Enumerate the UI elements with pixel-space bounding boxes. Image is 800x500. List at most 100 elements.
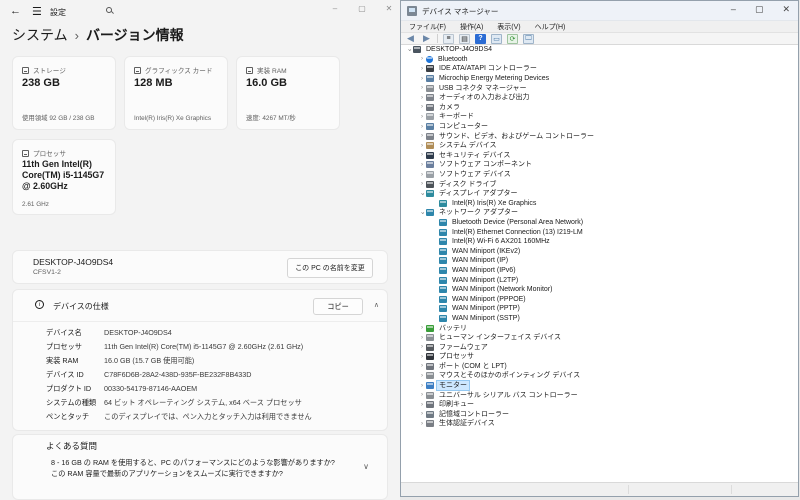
breadcrumb-system[interactable]: システム — [12, 25, 68, 45]
tree-item[interactable]: ›オーディオの入力および出力 — [401, 93, 798, 103]
tree-item[interactable]: ›コンピューター — [401, 122, 798, 132]
minimize-button[interactable]: – — [330, 4, 340, 13]
tree-item[interactable]: WAN Miniport (L2TP) — [401, 275, 798, 285]
expand-icon[interactable]: › — [418, 172, 426, 178]
tree-item[interactable]: ›ファームウェア — [401, 342, 798, 352]
tree-item[interactable]: WAN Miniport (PPPOE) — [401, 294, 798, 304]
expand-icon[interactable]: › — [418, 335, 426, 341]
computer-icon[interactable]: ▭ — [491, 34, 502, 44]
maximize-button[interactable]: ▢ — [357, 4, 367, 13]
close-button[interactable]: ✕ — [782, 4, 790, 15]
menu-item[interactable]: ヘルプ(H) — [535, 22, 566, 32]
spec-label: 実装 RAM — [46, 356, 78, 366]
tree-item[interactable]: ›マウスとそのほかのポインティング デバイス — [401, 371, 798, 381]
menu-item[interactable]: 表示(V) — [497, 22, 520, 32]
tree-item[interactable]: ›ポート (COM と LPT) — [401, 362, 798, 372]
expand-icon[interactable]: › — [418, 66, 426, 72]
expand-icon[interactable]: › — [418, 363, 426, 369]
collapse-icon[interactable]: › — [419, 190, 425, 198]
expand-icon[interactable]: › — [418, 162, 426, 168]
expand-icon[interactable]: › — [418, 56, 426, 62]
tree-item[interactable]: ›カメラ — [401, 103, 798, 113]
tree-item-label: セキュリティ デバイス — [437, 151, 512, 160]
tree-item[interactable]: ›バッテリ — [401, 323, 798, 333]
close-button[interactable]: ✕ — [384, 4, 394, 13]
expand-icon[interactable]: › — [418, 421, 426, 427]
tree-item[interactable]: WAN Miniport (PPTP) — [401, 304, 798, 314]
rename-pc-button[interactable]: この PC の名前を変更 — [287, 258, 373, 278]
expand-icon[interactable]: › — [418, 133, 426, 139]
nav-menu-icon[interactable]: ☰ — [32, 5, 42, 18]
chevron-down-icon[interactable]: ∨ — [363, 462, 369, 471]
forward-icon[interactable]: ▶ — [421, 34, 432, 44]
tree-item[interactable]: ›ディスプレイ アダプター — [401, 189, 798, 199]
tree-item[interactable]: ›ネットワーク アダプター — [401, 208, 798, 218]
expand-icon[interactable]: › — [418, 373, 426, 379]
collapse-icon[interactable]: › — [406, 46, 412, 54]
tree-item[interactable]: ›記憶域コントローラー — [401, 410, 798, 420]
tree-item[interactable]: ›ソフトウェア デバイス — [401, 170, 798, 180]
copy-button[interactable]: コピー — [313, 298, 363, 315]
tree-item[interactable]: ›DESKTOP-J4O9DS4 — [401, 45, 798, 55]
minimize-button[interactable]: – — [731, 4, 736, 15]
back-icon[interactable]: ← — [10, 5, 21, 17]
expand-icon[interactable]: › — [418, 95, 426, 101]
tree-item[interactable]: ›ヒューマン インターフェイス デバイス — [401, 333, 798, 343]
tree-item[interactable]: ›サウンド、ビデオ、およびゲーム コントローラー — [401, 131, 798, 141]
tree-item[interactable]: ›ディスク ドライブ — [401, 179, 798, 189]
help-icon[interactable]: ? — [475, 34, 486, 44]
chevron-up-icon[interactable]: ∧ — [374, 301, 379, 309]
tree-item-label: システム デバイス — [437, 141, 499, 150]
tree-item[interactable]: Intel(R) Iris(R) Xe Graphics — [401, 199, 798, 209]
properties-icon[interactable]: ▤ — [459, 34, 470, 44]
expand-icon[interactable]: › — [418, 143, 426, 149]
expand-icon[interactable]: › — [418, 124, 426, 130]
monitor-icon[interactable]: 🖵 — [523, 34, 534, 44]
expand-icon[interactable]: › — [418, 392, 426, 398]
tree-item[interactable]: Bluetooth Device (Personal Area Network) — [401, 218, 798, 228]
tree-item[interactable]: WAN Miniport (Network Monitor) — [401, 285, 798, 295]
console-tree-icon[interactable]: ≡ — [443, 34, 454, 44]
network-device-icon — [439, 267, 447, 274]
device-manager-titlebar[interactable]: デバイス マネージャー – ▢ ✕ — [401, 1, 798, 21]
tree-item[interactable]: ›モニター — [401, 381, 798, 391]
expand-icon[interactable]: › — [418, 383, 426, 389]
tree-item[interactable]: ›印刷キュー — [401, 400, 798, 410]
back-icon[interactable]: ◀ — [405, 34, 416, 44]
expand-icon[interactable]: › — [418, 344, 426, 350]
tree-item[interactable]: ›キーボード — [401, 112, 798, 122]
tree-item[interactable]: Intel(R) Wi-Fi 6 AX201 160MHz — [401, 237, 798, 247]
expand-icon[interactable]: › — [418, 181, 426, 187]
tree-item[interactable]: › セキュリティ デバイス — [401, 151, 798, 161]
tree-item[interactable]: WAN Miniport (SSTP) — [401, 314, 798, 324]
maximize-button[interactable]: ▢ — [755, 4, 764, 15]
tree-item[interactable]: ›Microchip Energy Metering Devices — [401, 74, 798, 84]
collapse-icon[interactable]: › — [419, 209, 425, 217]
expand-icon[interactable]: › — [418, 104, 426, 110]
tree-item[interactable]: WAN Miniport (IP) — [401, 256, 798, 266]
tree-item[interactable]: ›プロセッサ — [401, 352, 798, 362]
expand-icon[interactable]: › — [418, 325, 426, 331]
expand-icon[interactable]: › — [418, 76, 426, 82]
expand-icon[interactable]: › — [418, 411, 426, 417]
expand-icon[interactable]: › — [418, 114, 426, 120]
tree-item[interactable]: ›IDE ATA/ATAPI コントローラー — [401, 64, 798, 74]
expand-icon[interactable]: › — [418, 85, 426, 91]
menu-item[interactable]: ファイル(F) — [409, 22, 446, 32]
tree-item[interactable]: › システム デバイス — [401, 141, 798, 151]
search-icon[interactable] — [106, 7, 114, 15]
expand-icon[interactable]: › — [418, 152, 426, 158]
expand-icon[interactable]: › — [418, 354, 426, 360]
expand-icon[interactable]: › — [418, 402, 426, 408]
tree-item[interactable]: ›生体認証デバイス — [401, 419, 798, 429]
tree-item[interactable]: ›ユニバーサル シリアル バス コントローラー — [401, 390, 798, 400]
tree-item[interactable]: WAN Miniport (IKEv2) — [401, 246, 798, 256]
menu-item[interactable]: 操作(A) — [460, 22, 483, 32]
tree-item[interactable]: WAN Miniport (IPv6) — [401, 266, 798, 276]
scan-hardware-icon[interactable]: ⟳ — [507, 34, 518, 44]
tree-item[interactable]: ›USB コネクタ マネージャー — [401, 83, 798, 93]
tree-item[interactable]: ›ソフトウェア コンポーネント — [401, 160, 798, 170]
tree-item[interactable]: ›Bluetooth — [401, 55, 798, 65]
tree-item[interactable]: Intel(R) Ethernet Connection (13) I219-L… — [401, 227, 798, 237]
faq-question[interactable]: 8 - 16 GB の RAM を使用すると、PC のパフォーマンスにどのような… — [51, 457, 341, 479]
